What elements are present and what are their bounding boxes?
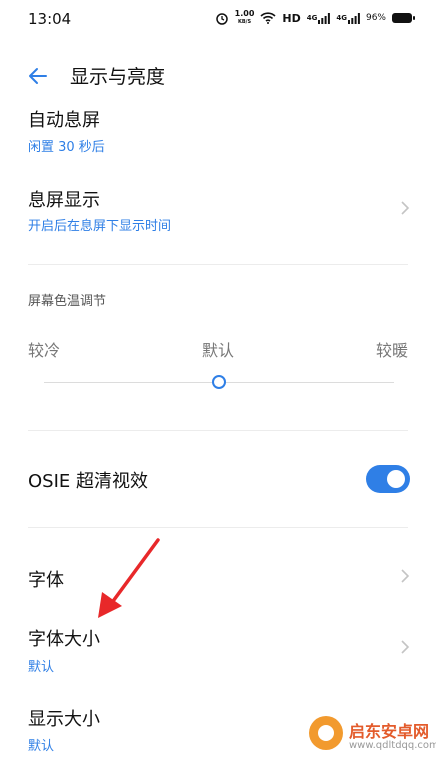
- chevron-right-icon: [400, 568, 410, 584]
- font-title: 字体: [28, 570, 64, 591]
- aod-subtitle: 开启后在息屏下显示时间: [28, 219, 172, 234]
- signal-2-label: 4G: [336, 14, 347, 22]
- aod-title: 息屏显示: [28, 190, 100, 211]
- color-temp-warm-label: 较暖: [376, 341, 409, 360]
- watermark: 启东安卓网 www.qdltdqq.com: [305, 712, 436, 758]
- signal-icon-2: 4G: [336, 12, 360, 24]
- back-arrow-icon[interactable]: [26, 64, 50, 88]
- watermark-url: www.qdltdqq.com: [349, 740, 436, 751]
- signal-icon-1: 4G: [306, 12, 331, 24]
- toggle-knob: [387, 470, 405, 488]
- color-temp-label: 屏幕色温调节: [28, 294, 107, 309]
- display-size-subtitle: 默认: [28, 739, 55, 754]
- hd-label: HD: [282, 11, 301, 25]
- page-title: 显示与亮度: [70, 66, 166, 88]
- status-bar: 13:04 1.00 KB/S HD 4G 4G 96%: [0, 0, 436, 40]
- auto-sleep-subtitle: 闲置 30 秒后: [28, 140, 105, 155]
- status-time: 13:04: [28, 10, 72, 28]
- color-temp-slider-thumb[interactable]: [212, 375, 226, 389]
- network-speed-value: 1.00: [234, 9, 255, 18]
- chevron-right-icon: [400, 200, 410, 216]
- color-temp-cold-label: 较冷: [28, 341, 61, 360]
- watermark-name: 启东安卓网: [349, 722, 430, 741]
- battery-icon: [392, 13, 415, 23]
- alarm-icon: [215, 11, 229, 25]
- wifi-icon: [260, 12, 276, 24]
- network-speed: 1.00 KB/S: [235, 10, 255, 26]
- auto-sleep-title: 自动息屏: [28, 110, 100, 131]
- divider: [28, 264, 408, 265]
- watermark-logo-icon: [309, 716, 343, 750]
- signal-1-label: 4G: [306, 14, 318, 22]
- status-icons: 1.00 KB/S HD 4G 4G 96%: [215, 10, 415, 26]
- header: 显示与亮度: [0, 56, 436, 96]
- chevron-right-icon: [400, 639, 410, 655]
- divider: [28, 527, 408, 528]
- osie-title: OSIE 超清视效: [28, 471, 148, 492]
- osie-toggle[interactable]: [366, 465, 410, 493]
- annotation-arrow-icon: [98, 538, 160, 618]
- network-speed-unit: KB/S: [237, 19, 252, 25]
- battery-percent: 96%: [365, 13, 386, 23]
- color-temp-default-label: 默认: [202, 341, 235, 360]
- display-size-title: 显示大小: [28, 709, 100, 730]
- font-size-subtitle: 默认: [28, 660, 55, 675]
- divider: [28, 430, 408, 431]
- font-size-title: 字体大小: [28, 629, 100, 650]
